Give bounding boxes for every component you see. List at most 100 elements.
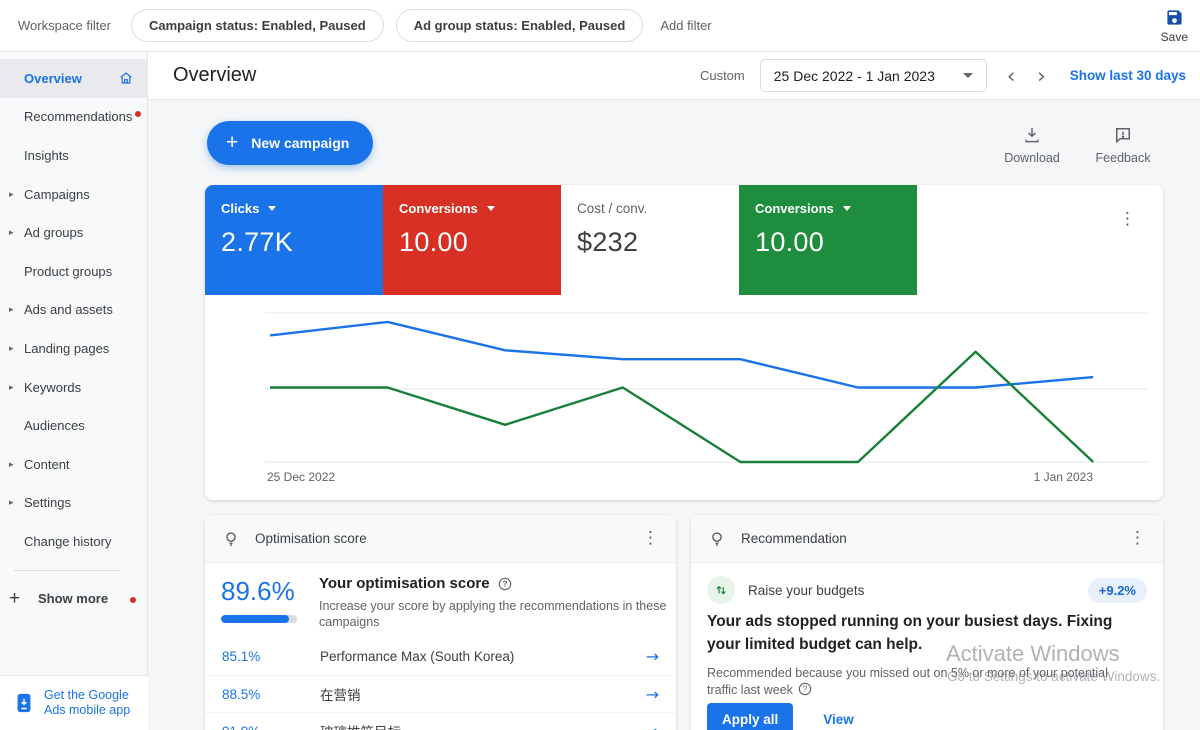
get-mobile-app-link[interactable]: Get the Google Ads mobile app — [0, 675, 148, 730]
download-button[interactable]: Download — [996, 125, 1068, 165]
sidebar-item-landing-pages[interactable]: ▸ Landing pages — [0, 329, 147, 368]
filter-chips: Campaign status: Enabled, Paused Ad grou… — [131, 9, 643, 42]
sidebar-item-label: Insights — [24, 148, 69, 163]
sidebar-item-ad-groups[interactable]: ▸ Ad groups — [0, 213, 147, 252]
chart-line-clicks — [270, 322, 1093, 388]
sidebar-item-product-groups[interactable]: Product groups — [0, 252, 147, 291]
sidebar-item-label: Recommendations — [24, 109, 132, 124]
arrow-right-icon[interactable]: → — [646, 647, 659, 666]
uplift-badge: +9.2% — [1088, 578, 1147, 603]
x-axis-tick-start: 25 Dec 2022 — [267, 470, 335, 484]
expand-arrow-icon: ▸ — [9, 227, 14, 238]
notification-dot — [135, 111, 141, 117]
optimisation-text-block: Your optimisation score ? Increase your … — [319, 575, 667, 630]
sidebar-item-recommendations[interactable]: Recommendations — [0, 98, 147, 137]
add-filter-button[interactable]: Add filter — [660, 18, 711, 33]
date-range-mode-label: Custom — [700, 68, 745, 83]
expand-arrow-icon: ▸ — [9, 304, 14, 315]
show-more-label: Show more — [38, 591, 108, 606]
workspace-filter-bar: Workspace filter Campaign status: Enable… — [0, 0, 1200, 52]
arrow-right-icon[interactable]: → — [646, 685, 659, 704]
apply-all-button[interactable]: Apply all — [707, 703, 793, 730]
sidebar-item-ads-and-assets[interactable]: ▸ Ads and assets — [0, 291, 147, 330]
sidebar-item-insights[interactable]: Insights — [0, 136, 147, 175]
campaign-score-row[interactable]: 88.5% 在营销 → — [205, 675, 676, 712]
campaign-score: 91.9% — [222, 724, 320, 730]
date-controls: Custom 25 Dec 2022 - 1 Jan 2023 ‹ › Show… — [700, 59, 1192, 92]
sidebar-item-campaigns[interactable]: ▸ Campaigns — [0, 175, 147, 214]
filter-chip-campaign-status[interactable]: Campaign status: Enabled, Paused — [131, 9, 384, 42]
scorecard-value: 2.77K — [221, 227, 367, 258]
svg-text:?: ? — [803, 685, 808, 694]
recommendation-panel: Recommendation ⋮ Raise your budgets +9.2… — [691, 515, 1163, 730]
arrow-right-icon[interactable]: → — [646, 722, 659, 730]
filter-chip-adgroup-status[interactable]: Ad group status: Enabled, Paused — [396, 9, 644, 42]
date-range-picker[interactable]: 25 Dec 2022 - 1 Jan 2023 — [760, 59, 987, 92]
optimisation-description: Increase your score by applying the reco… — [319, 598, 667, 630]
scorecard-label: Conversions — [399, 201, 478, 216]
download-label: Download — [1004, 151, 1060, 165]
show-last-30-days-button[interactable]: Show last 30 days — [1070, 68, 1186, 83]
page-title: Overview — [173, 64, 256, 87]
optimisation-progress-bar — [221, 615, 297, 623]
campaign-score: 85.1% — [222, 649, 320, 664]
x-axis-tick-end: 1 Jan 2023 — [1034, 470, 1093, 484]
optimisation-headline: Your optimisation score — [319, 575, 490, 592]
recommendation-rationale: Recommended because you missed out on 5%… — [707, 665, 1141, 699]
sidebar-item-label: Keywords — [24, 380, 81, 395]
home-icon — [118, 70, 134, 86]
caret-down-icon — [268, 206, 276, 211]
notification-dot — [130, 597, 136, 603]
campaign-score-list: 85.1% Performance Max (South Korea) → 88… — [205, 638, 676, 730]
previous-period-button[interactable]: ‹ — [996, 64, 1026, 88]
kebab-menu-icon[interactable]: ⋮ — [1119, 211, 1136, 228]
panel-header: Recommendation ⋮ — [691, 515, 1163, 563]
campaign-name: Performance Max (South Korea) — [320, 649, 646, 664]
caret-down-icon — [963, 73, 973, 78]
campaign-score-row[interactable]: 85.1% Performance Max (South Korea) → — [205, 638, 676, 675]
overview-content: + New campaign Download Feedback Clicks … — [148, 100, 1200, 730]
plus-icon: + — [226, 131, 238, 155]
optimisation-progress-fill — [221, 615, 289, 623]
sidebar-item-audiences[interactable]: Audiences — [0, 406, 147, 445]
scorecard-cost-per-conv[interactable]: Cost / conv. $232 — [561, 185, 739, 295]
optimisation-score-value: 89.6% — [221, 576, 295, 607]
get-mobile-app-label: Get the Google Ads mobile app — [44, 688, 136, 718]
lightbulb-icon — [222, 530, 240, 548]
sidebar-item-label: Settings — [24, 495, 71, 510]
trend-chart — [260, 300, 1155, 480]
download-icon — [1022, 125, 1042, 145]
expand-arrow-icon: ▸ — [9, 497, 14, 508]
new-campaign-button[interactable]: + New campaign — [207, 121, 373, 165]
sidebar-item-settings[interactable]: ▸ Settings — [0, 484, 147, 523]
save-button[interactable]: Save — [1161, 8, 1188, 44]
sidebar-item-label: Campaigns — [24, 187, 90, 202]
campaign-score-row[interactable]: 91.9% 玻璃推箱目标 → — [205, 712, 676, 730]
recommendation-item[interactable]: Raise your budgets +9.2% — [707, 575, 1147, 605]
scorecard-conversions[interactable]: Conversions 10.00 — [383, 185, 561, 295]
recommendation-headline: Your ads stopped running on your busiest… — [707, 610, 1149, 656]
sidebar-item-change-history[interactable]: Change history — [0, 522, 147, 561]
sidebar-item-keywords[interactable]: ▸ Keywords — [0, 368, 147, 407]
show-more-button[interactable]: + Show more — [0, 580, 147, 618]
workspace-filter-label: Workspace filter — [18, 18, 111, 33]
sidebar: Overview Recommendations Insights ▸ Camp… — [0, 52, 148, 730]
sidebar-item-label: Change history — [24, 534, 111, 549]
kebab-menu-icon[interactable]: ⋮ — [1129, 530, 1146, 547]
performance-panel: Clicks 2.77K Conversions 10.00 Cost / co… — [205, 185, 1163, 500]
sidebar-item-label: Product groups — [24, 264, 112, 279]
sidebar-item-content[interactable]: ▸ Content — [0, 445, 147, 484]
scorecard-clicks[interactable]: Clicks 2.77K — [205, 185, 383, 295]
view-button[interactable]: View — [823, 712, 854, 727]
kebab-menu-icon[interactable]: ⋮ — [642, 530, 659, 547]
scorecard-value: 10.00 — [755, 227, 901, 258]
feedback-button[interactable]: Feedback — [1087, 125, 1159, 165]
scorecard-conversions-2[interactable]: Conversions 10.00 — [739, 185, 917, 295]
help-icon[interactable]: ? — [498, 577, 512, 591]
next-period-button[interactable]: › — [1026, 64, 1056, 88]
help-icon[interactable]: ? — [798, 682, 812, 696]
sidebar-item-overview[interactable]: Overview — [0, 59, 147, 98]
sidebar-item-label: Overview — [24, 71, 82, 86]
sidebar-item-label: Audiences — [24, 418, 85, 433]
optimisation-score-panel: Optimisation score ⋮ 89.6% Your optimisa… — [205, 515, 676, 730]
